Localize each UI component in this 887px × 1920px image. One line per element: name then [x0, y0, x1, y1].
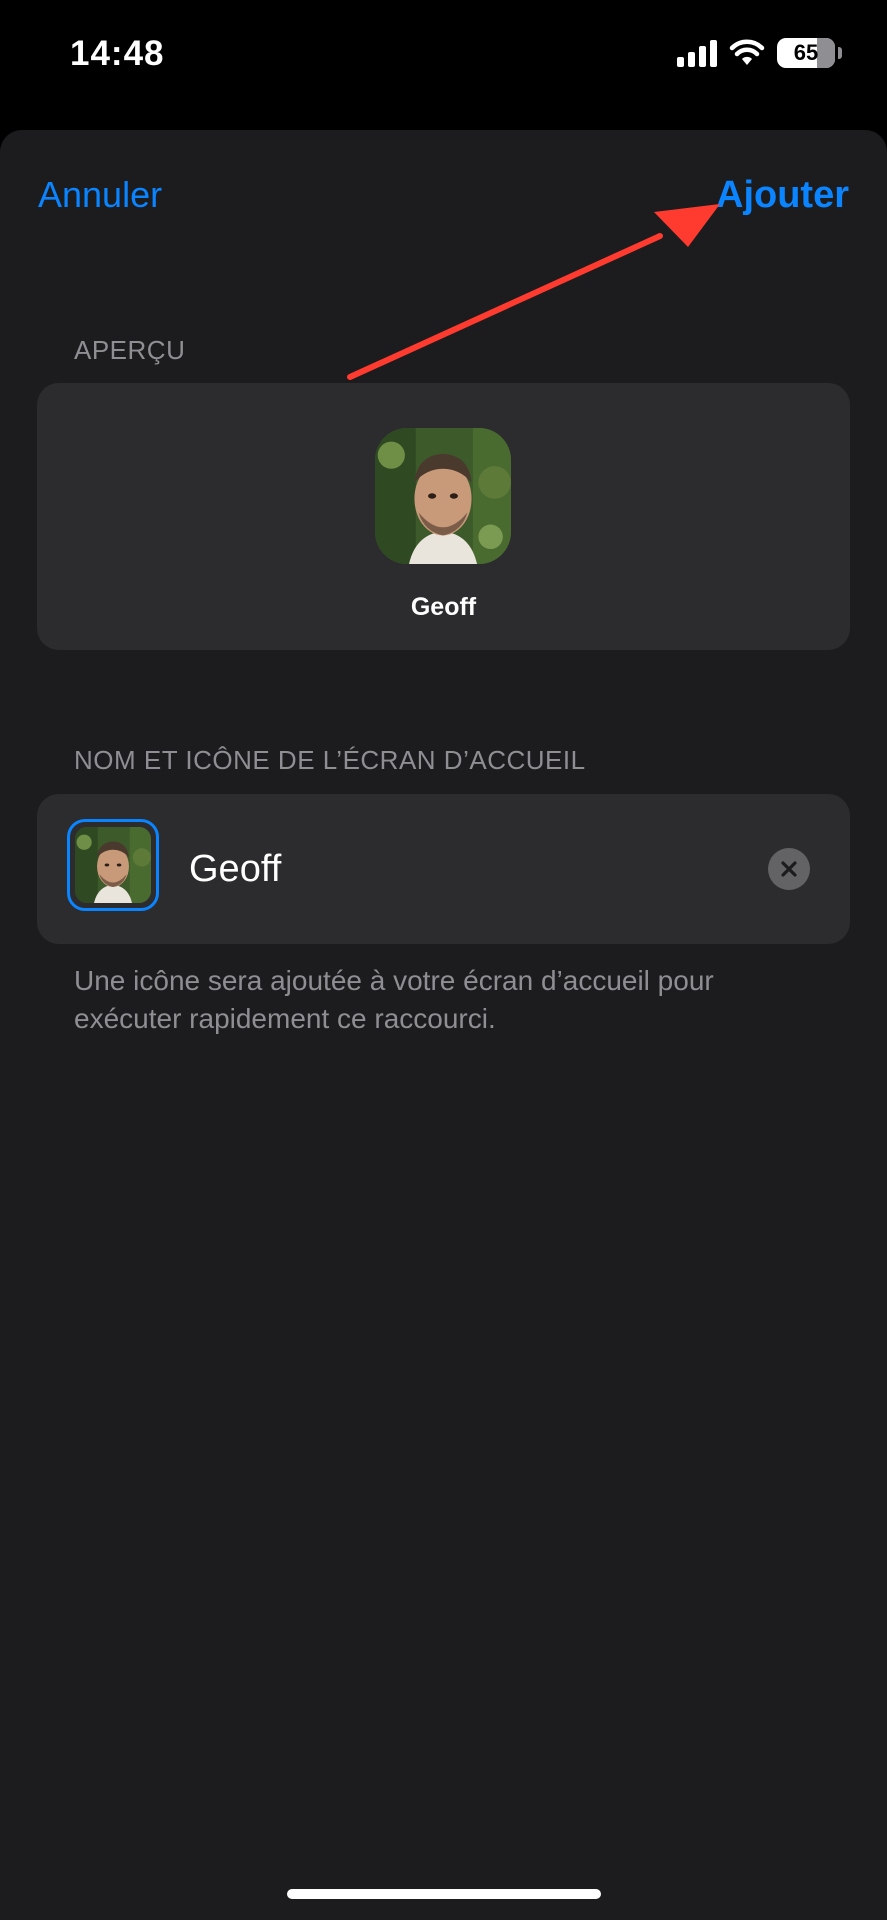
status-time: 14:48	[70, 34, 165, 73]
battery-tip	[838, 47, 842, 59]
close-icon	[781, 861, 797, 877]
status-icons: 65	[677, 38, 842, 68]
add-button[interactable]: Ajouter	[716, 174, 849, 217]
cellular-signal-icon	[677, 39, 717, 67]
clear-text-button[interactable]	[768, 848, 810, 890]
footer-description: Une icône sera ajoutée à votre écran d’a…	[74, 965, 714, 1034]
preview-card: Geoff	[37, 383, 850, 650]
home-screen-section-header: NOM ET ICÔNE DE L’ÉCRAN D’ACCUEIL	[74, 745, 586, 775]
icon-picker-button[interactable]	[67, 819, 159, 911]
battery-level: 65	[793, 40, 819, 65]
cancel-button[interactable]: Annuler	[38, 174, 162, 216]
avatar	[375, 428, 511, 564]
name-field[interactable]	[189, 844, 749, 894]
preview-section-header: APERÇU	[74, 335, 186, 365]
avatar	[75, 827, 151, 903]
name-and-icon-card	[37, 794, 850, 944]
add-to-home-sheet: Annuler Ajouter APERÇU Geoff NOM ET ICÔN…	[0, 130, 887, 1920]
status-bar: 14:48 65	[0, 0, 887, 120]
wifi-icon	[729, 39, 765, 65]
preview-name: Geoff	[410, 593, 477, 621]
battery-icon: 65	[777, 38, 835, 68]
home-indicator[interactable]	[287, 1889, 601, 1899]
